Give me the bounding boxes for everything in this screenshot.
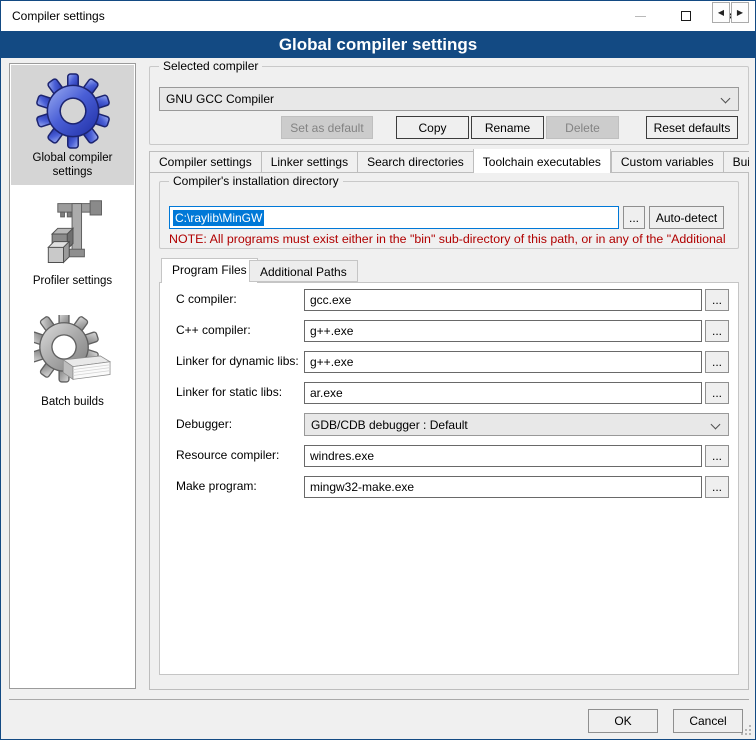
static-linker-label: Linker for static libs: — [176, 385, 282, 399]
make-program-label: Make program: — [176, 479, 257, 493]
sidebar-item-batch-builds[interactable]: Batch builds — [11, 307, 134, 419]
browse-directory-button[interactable]: ... — [623, 206, 645, 229]
ellipsis-icon: ... — [629, 211, 639, 225]
dynamic-linker-browse-button[interactable]: ... — [705, 351, 729, 373]
resource-compiler-label: Resource compiler: — [176, 448, 279, 462]
reset-defaults-button[interactable]: Reset defaults — [646, 116, 738, 139]
cancel-button[interactable]: Cancel — [673, 709, 743, 733]
ellipsis-icon: ... — [712, 386, 722, 400]
button-label: Copy — [418, 121, 446, 135]
ellipsis-icon: ... — [712, 293, 722, 307]
c-compiler-browse-button[interactable]: ... — [705, 289, 729, 311]
bin-subdirectory-note: NOTE: All programs must exist either in … — [169, 232, 735, 248]
button-label: Set as default — [290, 121, 363, 135]
sidebar-item-label: Profiler settings — [11, 272, 134, 294]
window-title: Compiler settings — [12, 9, 105, 23]
dynamic-linker-label: Linker for dynamic libs: — [176, 354, 299, 368]
tab-toolchain-executables[interactable]: Toolchain executables — [473, 149, 611, 173]
title-bar[interactable]: Compiler settings ✕ — [1, 1, 755, 31]
compiler-settings-dialog: Compiler settings ✕ Global compiler sett… — [0, 0, 756, 740]
chevron-down-icon — [721, 94, 731, 104]
tab-custom-variables[interactable]: Custom variables — [611, 151, 723, 173]
subtab-label: Additional Paths — [260, 265, 347, 279]
maximize-icon — [681, 11, 691, 21]
auto-detect-button[interactable]: Auto-detect — [649, 206, 724, 229]
batch-builds-icon — [11, 307, 134, 393]
delete-button[interactable]: Delete — [546, 116, 619, 139]
settings-tab-strip: Compiler settingsLinker settingsSearch d… — [149, 149, 749, 173]
cpp-compiler-browse-button[interactable]: ... — [705, 320, 729, 342]
installation-directory-input[interactable]: C:\raylib\MinGW — [169, 206, 619, 229]
dynamic-linker-input[interactable] — [304, 351, 702, 373]
resource-compiler-browse-button[interactable]: ... — [705, 445, 729, 467]
selected-compiler-group-label: Selected compiler — [159, 59, 262, 73]
static-linker-browse-button[interactable]: ... — [705, 382, 729, 404]
c-compiler-input[interactable] — [304, 289, 702, 311]
cpp-compiler-input[interactable] — [304, 320, 702, 342]
ok-button[interactable]: OK — [588, 709, 658, 733]
static-linker-input[interactable] — [304, 382, 702, 404]
cpp-compiler-label: C++ compiler: — [176, 323, 251, 337]
settings-category-list: Global compiler settings — [9, 63, 136, 689]
ellipsis-icon: ... — [712, 480, 722, 494]
maximize-button[interactable] — [663, 1, 709, 31]
set-as-default-button[interactable]: Set as default — [281, 116, 373, 139]
button-label: Rename — [485, 121, 530, 135]
tab-linker-settings[interactable]: Linker settings — [261, 151, 357, 173]
arrow-right-icon: ▶ — [737, 8, 743, 17]
compiler-select-value: GNU GCC Compiler — [166, 92, 274, 106]
rename-button[interactable]: Rename — [471, 116, 544, 139]
tab-scroll-right-button[interactable]: ▶ — [731, 2, 749, 23]
tab-scroll-left-button[interactable]: ◀ — [712, 2, 730, 23]
tab-build-options[interactable]: Build — [723, 151, 749, 173]
tab-search-directories[interactable]: Search directories — [357, 151, 473, 173]
arrow-left-icon: ◀ — [718, 8, 724, 17]
minimize-icon — [635, 16, 646, 17]
banner-title: Global compiler settings — [279, 35, 477, 55]
debugger-select[interactable]: GDB/CDB debugger : Default — [304, 413, 729, 436]
sidebar-item-label: Batch builds — [11, 393, 134, 415]
debugger-label: Debugger: — [176, 417, 232, 431]
installation-directory-group-label: Compiler's installation directory — [169, 174, 343, 188]
dialog-banner: Global compiler settings — [1, 31, 755, 58]
sidebar-item-label: Global compiler settings — [11, 149, 134, 186]
resize-grip[interactable] — [741, 725, 752, 736]
button-label: Delete — [565, 121, 600, 135]
make-program-browse-button[interactable]: ... — [705, 476, 729, 498]
subtab-program-files[interactable]: Program Files — [161, 258, 258, 283]
make-program-input[interactable] — [304, 476, 702, 498]
caliper-icon — [11, 192, 134, 272]
button-label: OK — [614, 714, 631, 728]
debugger-select-value: GDB/CDB debugger : Default — [311, 418, 468, 432]
ellipsis-icon: ... — [712, 324, 722, 338]
sidebar-item-profiler-settings[interactable]: Profiler settings — [11, 192, 134, 294]
button-label: Auto-detect — [656, 211, 717, 225]
ellipsis-icon: ... — [712, 449, 722, 463]
chevron-down-icon — [711, 420, 721, 430]
subtab-label: Program Files — [172, 263, 247, 277]
installation-directory-selected-text: C:\raylib\MinGW — [173, 210, 264, 226]
button-label: Cancel — [689, 714, 726, 728]
tab-compiler-settings[interactable]: Compiler settings — [149, 151, 261, 173]
footer-divider — [9, 699, 749, 700]
copy-button[interactable]: Copy — [396, 116, 469, 139]
compiler-select[interactable]: GNU GCC Compiler — [159, 87, 739, 111]
blue-gear-icon — [11, 65, 134, 149]
minimize-button[interactable] — [617, 1, 663, 31]
subtab-additional-paths[interactable]: Additional Paths — [249, 260, 358, 282]
resource-compiler-input[interactable] — [304, 445, 702, 467]
c-compiler-label: C compiler: — [176, 292, 237, 306]
button-label: Reset defaults — [654, 121, 731, 135]
sidebar-item-global-compiler-settings[interactable]: Global compiler settings — [11, 65, 134, 185]
ellipsis-icon: ... — [712, 355, 722, 369]
